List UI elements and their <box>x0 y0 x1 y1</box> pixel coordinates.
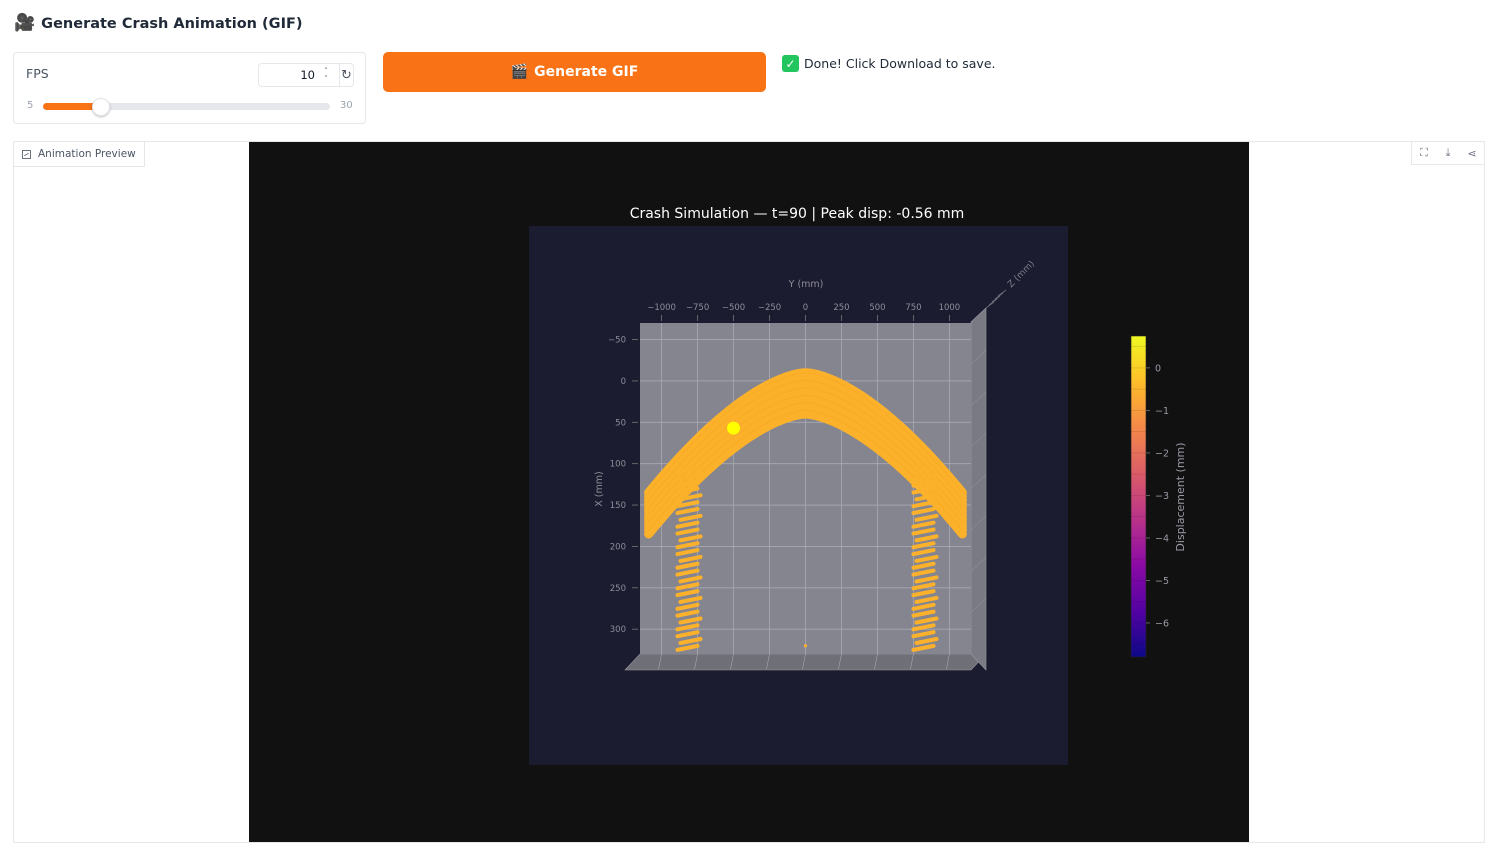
chevron-up-icon[interactable]: ˄ <box>324 67 328 75</box>
x-axis-label: Y (mm) <box>788 279 824 290</box>
chevron-down-icon[interactable]: ˅ <box>324 75 328 83</box>
fps-label: FPS <box>26 66 49 81</box>
y-tick-label: 150 <box>610 501 626 511</box>
y-tick-label: 50 <box>615 418 626 428</box>
generate-gif-label: Generate GIF <box>534 64 639 80</box>
colorbar <box>1130 335 1147 658</box>
generate-gif-button[interactable]: 🎬 Generate GIF <box>383 52 766 92</box>
x-tick-label: 250 <box>833 303 849 313</box>
slider-thumb[interactable] <box>92 98 111 116</box>
colorbar-tick-label: −4 <box>1155 533 1169 544</box>
y-tick-label: 300 <box>610 625 626 635</box>
x-tick-label: 750 <box>905 303 921 313</box>
colorbar-tick-label: 0 <box>1155 363 1161 374</box>
fps-panel: FPS 10 ˄ ˅ ↻ 5 30 <box>13 52 366 124</box>
y-axis-label: X (mm) <box>594 471 605 506</box>
section-title: Generate Crash Animation (GIF) <box>41 15 303 32</box>
colorbar-tick-label: −3 <box>1155 491 1169 502</box>
section-header: 🎥 Generate Crash Animation (GIF) <box>14 15 303 32</box>
x-tick-label: 500 <box>869 303 885 313</box>
colorbar-tick-label: −2 <box>1155 448 1169 459</box>
y-tick-label: 0 <box>621 377 626 387</box>
y-tick-label: 100 <box>610 460 626 470</box>
share-icon[interactable]: ⋖ <box>1460 142 1484 164</box>
slider-min-label: 5 <box>27 100 34 111</box>
y-tick-label: −50 <box>608 336 626 346</box>
image-icon <box>22 149 31 159</box>
highlight-point <box>727 421 741 435</box>
fps-stepper[interactable]: ˄ ˅ <box>319 67 333 83</box>
fps-value[interactable]: 10 <box>259 68 319 82</box>
y-tick-label: 200 <box>610 542 626 552</box>
preview-label: Animation Preview <box>14 142 145 167</box>
reset-icon[interactable]: ↻ <box>340 68 353 83</box>
colorbar-tick-label: −1 <box>1155 406 1169 417</box>
x-tick-label: −750 <box>686 303 709 313</box>
download-icon[interactable]: ⤓ <box>1436 142 1460 164</box>
preview-label-text: Animation Preview <box>38 148 136 160</box>
fps-number-input[interactable]: 10 ˄ ˅ ↻ <box>258 63 354 87</box>
floor-pane <box>624 653 987 671</box>
crash-chart: Crash Simulation — t=90 | Peak disp: -0.… <box>529 206 1187 765</box>
status-message: ✓ Done! Click Download to save. <box>782 55 996 72</box>
x-tick-label: 1000 <box>939 303 961 313</box>
slider-max-label: 30 <box>340 100 353 111</box>
x-tick-label: −250 <box>758 303 781 313</box>
check-mark-icon: ✓ <box>782 55 799 72</box>
highlight-point <box>803 644 808 648</box>
colorbar-tick-label: −5 <box>1155 576 1169 587</box>
chart-title: Crash Simulation — t=90 | Peak disp: -0.… <box>630 206 965 222</box>
y-tick-label: 250 <box>610 584 626 594</box>
preview-toolbar: ⛶ ⤓ ⋖ <box>1411 142 1484 165</box>
fullscreen-icon[interactable]: ⛶ <box>1412 142 1436 164</box>
x-tick-label: 0 <box>803 303 808 313</box>
fps-slider[interactable] <box>43 98 330 116</box>
status-text: Done! Click Download to save. <box>804 56 996 71</box>
colorbar-tick-label: −6 <box>1155 618 1169 629</box>
colorbar-label: Displacement (mm) <box>1174 442 1187 551</box>
animation-gif: Crash Simulation — t=90 | Peak disp: -0.… <box>249 142 1249 842</box>
movie-camera-icon: 🎥 <box>14 13 36 33</box>
x-tick-label: −500 <box>722 303 745 313</box>
clapper-board-icon: 🎬 <box>510 64 529 80</box>
x-tick-label: −1000 <box>647 303 676 313</box>
